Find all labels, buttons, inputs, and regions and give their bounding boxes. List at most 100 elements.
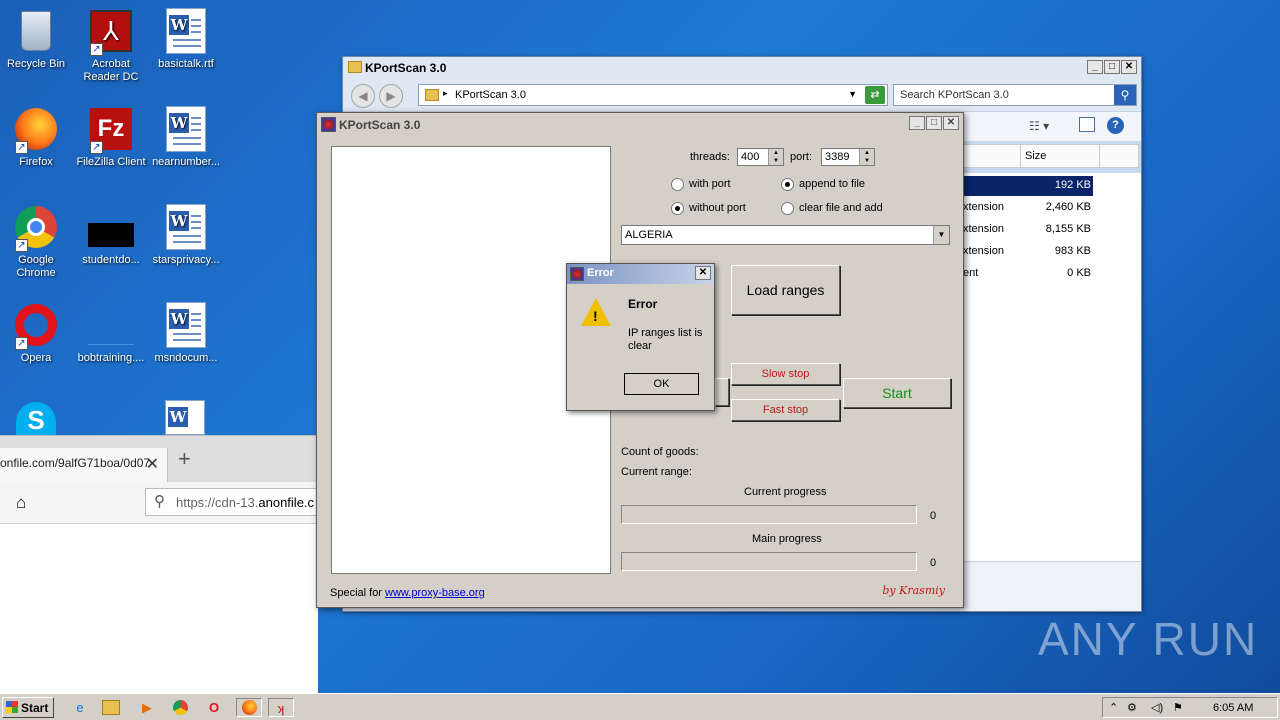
firefox-icon[interactable] [236, 698, 262, 717]
desktop-icon-label: Google Chrome [16, 254, 56, 279]
browser-tab-bar: onfile.com/9alfG71boa/0d07 ✕ + [0, 435, 318, 483]
refresh-icon[interactable]: ⇄ [865, 86, 885, 104]
chevron-down-icon[interactable]: ▼ [933, 226, 949, 244]
kportscan-taskbar-icon[interactable]: ʞ [268, 698, 294, 717]
preview-pane-icon[interactable] [1079, 117, 1095, 132]
address-bar[interactable]: ▸ KPortScan 3.0 ▼ [418, 84, 888, 106]
kportscan-app-icon [321, 117, 336, 132]
radio-append-to-file[interactable]: append to file [781, 178, 865, 191]
stepper-arrows-icon[interactable]: ▲ ▼ [859, 149, 874, 165]
search-input[interactable]: Search KPortScan 3.0 ⚲ [893, 84, 1137, 106]
desktop-icon-label: bobtraining.... [77, 352, 145, 364]
desktop-icon-label: Opera [20, 352, 52, 364]
threads-stepper[interactable]: 400 ▲ ▼ [737, 148, 784, 166]
file-row[interactable]: xtension 8,155 KB [963, 220, 1093, 240]
desktop-icon-firefox[interactable]: ↗ Firefox [0, 106, 74, 169]
desktop-icon-nearnumber[interactable]: W nearnumber... [148, 106, 224, 169]
file-row[interactable]: xtension 2,460 KB [963, 198, 1093, 218]
volume-icon[interactable]: ◁) [1151, 701, 1163, 714]
error-heading: Error [628, 297, 658, 311]
desktop-icon-studentdo[interactable]: studentdo... [73, 204, 149, 267]
recycle-bin-icon [13, 8, 59, 54]
file-row[interactable]: ent 0 KB [963, 264, 1093, 284]
port-stepper[interactable]: 3389 ▲ ▼ [821, 148, 875, 166]
desktop-icon-basictalk[interactable]: W basictalk.rtf [148, 8, 224, 71]
close-button[interactable]: ✕ [695, 266, 711, 280]
kportscan-app-icon [570, 267, 584, 281]
main-progress-bar [621, 552, 917, 571]
minimize-button[interactable]: _ [909, 116, 925, 130]
close-button[interactable]: ✕ [1121, 60, 1137, 74]
skype-icon[interactable]: S [16, 402, 56, 435]
chevron-down-icon[interactable]: ▼ [848, 89, 857, 99]
network-icon[interactable]: ⚙ [1127, 701, 1137, 714]
explorer-icon[interactable] [102, 700, 120, 715]
fast-stop-button[interactable]: Fast stop [731, 399, 840, 421]
radio-clear-file-and-add[interactable]: clear file and add [781, 202, 883, 215]
desktop-icon-recycle-bin[interactable]: Recycle Bin [0, 8, 74, 71]
desktop-icon-label: Firefox [19, 156, 53, 168]
maximize-button[interactable]: □ [926, 116, 942, 130]
close-button[interactable]: ✕ [943, 116, 959, 130]
folder-icon [348, 61, 362, 73]
kportscan-titlebar: KPortScan 3.0 _ □ ✕ [317, 113, 963, 135]
ie-icon[interactable]: e [70, 698, 90, 717]
opera-icon[interactable]: O [204, 698, 224, 717]
url-domain: anonfile.c [258, 495, 315, 510]
start-button[interactable]: Start [843, 378, 951, 408]
search-icon[interactable]: ⚲ [1114, 85, 1136, 105]
browser-tab[interactable]: onfile.com/9alfG71boa/0d07 ✕ [0, 448, 168, 483]
main-progress-value: 0 [930, 557, 937, 569]
opera-icon: ↗ [13, 302, 59, 350]
desktop-icon-starsprivacy[interactable]: W starsprivacy... [148, 204, 224, 267]
chrome-icon[interactable] [170, 698, 190, 717]
clock[interactable]: 6:05 AM [1213, 702, 1253, 714]
desktop-icon-opera[interactable]: ↗ Opera [0, 302, 74, 365]
url-prefix: https://cdn-13. [176, 495, 259, 510]
desktop-icon-bobtraining[interactable]: bobtraining.... [73, 302, 149, 365]
back-button[interactable]: ◀ [351, 84, 375, 108]
slow-stop-button[interactable]: Slow stop [731, 363, 840, 385]
desktop-icon-msndocum[interactable]: W msndocum... [148, 302, 224, 365]
stepper-arrows-icon[interactable]: ▲ ▼ [768, 149, 783, 165]
filezilla-icon: Fz ↗ [88, 106, 134, 154]
radio-without-port[interactable]: without port [671, 202, 746, 215]
home-icon[interactable]: ⌂ [16, 493, 26, 513]
folder-icon [425, 89, 439, 101]
column-size[interactable]: Size [1020, 145, 1100, 167]
desktop-icon-label: starsprivacy... [152, 254, 220, 266]
help-icon[interactable]: ? [1107, 117, 1124, 134]
desktop-icon-label: studentdo... [82, 254, 140, 266]
maximize-button[interactable]: □ [1104, 60, 1120, 74]
radio-with-port[interactable]: with port [671, 178, 731, 191]
url-bar[interactable]: ⚲ https://cdn-13.anonfile.c [145, 488, 345, 516]
forward-button[interactable]: ▶ [379, 84, 403, 108]
close-icon[interactable]: ✕ [146, 454, 159, 474]
load-ranges-button[interactable]: Load ranges [731, 265, 840, 315]
word-document-icon[interactable]: W [165, 400, 205, 435]
browser-window: onfile.com/9alfG71boa/0d07 ✕ + ⌂ ⚲ https… [0, 435, 345, 693]
desktop-icon-acrobat[interactable]: ⅄ ↗ Acrobat Reader DC [73, 8, 149, 84]
desktop-icon-label: Recycle Bin [6, 58, 66, 70]
desktop-icon-chrome[interactable]: ↗ Google Chrome [0, 204, 74, 280]
desktop-icon-filezilla[interactable]: Fz ↗ FileZilla Client [73, 106, 149, 169]
new-tab-icon[interactable]: + [178, 446, 191, 472]
flag-icon[interactable]: ⚑ [1173, 701, 1183, 714]
footer-text: Special for www.proxy-base.org [330, 587, 485, 599]
minimize-button[interactable]: _ [1087, 60, 1103, 74]
error-titlebar: Error ✕ [567, 264, 714, 284]
start-button[interactable]: Start [2, 697, 54, 718]
desktop-icon-label: Acrobat Reader DC [83, 58, 139, 83]
current-range-label: Current range: [621, 466, 692, 478]
warning-exclamation: ! [593, 308, 598, 324]
proxy-base-link[interactable]: www.proxy-base.org [385, 587, 485, 599]
ok-button[interactable]: OK [624, 373, 699, 395]
black-file-icon [88, 204, 134, 250]
chevron-up-icon[interactable]: ⌃ [1109, 701, 1118, 714]
view-options-icon[interactable]: ☷ ▾ [1029, 119, 1049, 133]
country-select[interactable]: ALGERIA ▼ [621, 225, 950, 245]
hidden-button[interactable] [715, 378, 729, 406]
media-player-icon[interactable]: ▶ [137, 698, 157, 717]
file-row[interactable]: 192 KB [963, 176, 1093, 196]
file-row[interactable]: xtension 983 KB [963, 242, 1093, 262]
